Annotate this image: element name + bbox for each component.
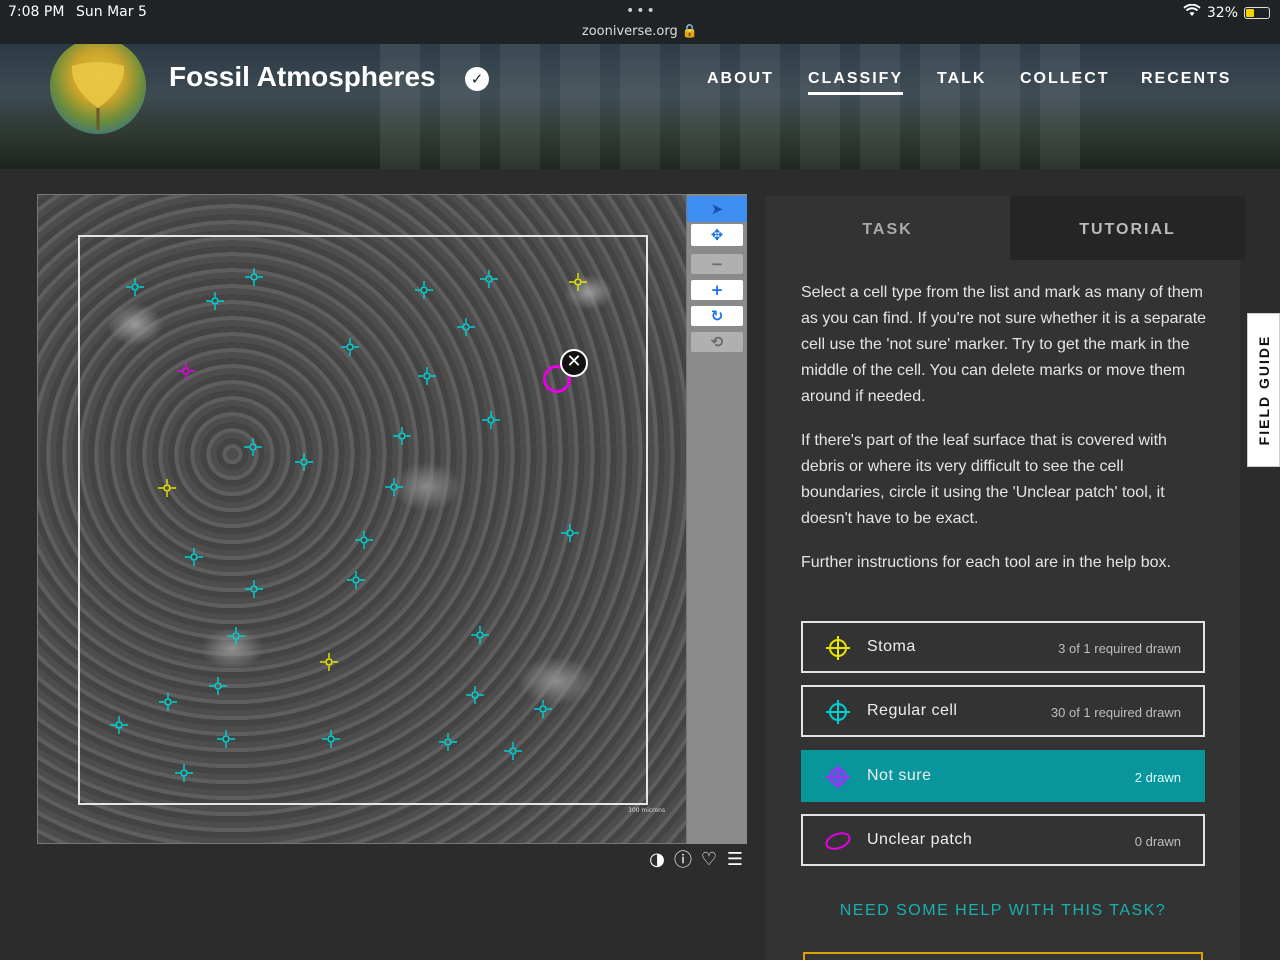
tool-count: 30 of 1 required drawn [1050,705,1181,720]
tool-label: Stoma [867,638,916,655]
status-right: 32% [1183,3,1270,21]
reset-icon[interactable]: ⟲ [691,332,743,352]
more-icon[interactable]: ••• [626,3,657,19]
point-mark[interactable] [470,625,490,645]
task-tabs: TASK TUTORIAL [765,196,1245,260]
tool-unclear-patch[interactable]: Unclear patch 0 drawn [801,814,1205,866]
point-mark[interactable] [340,337,360,357]
image-toolbar: ➤ ✥ − + ↻ ⟲ [687,194,747,844]
point-mark[interactable] [184,547,204,567]
point-mark[interactable] [294,452,314,472]
point-mark[interactable] [414,280,434,300]
help-link[interactable]: NEED SOME HELP WITH THIS TASK? [801,902,1205,920]
point-mark[interactable] [568,272,588,292]
battery-percent: 32% [1206,4,1238,21]
delete-mark-button[interactable]: ✕ [560,349,588,377]
status-bar: 7:08 PM Sun Mar 5 ••• zooniverse.org 🔒 3… [0,0,1280,44]
point-mark[interactable] [216,729,236,749]
status-date: Sun Mar 5 [76,4,147,20]
tool-count: 3 of 1 required drawn [1058,641,1181,656]
tab-task[interactable]: TASK [765,196,1010,260]
zoom-in-icon[interactable]: + [691,280,743,300]
ellipse-icon [825,828,851,854]
point-mark[interactable] [158,692,178,712]
zoom-out-icon[interactable]: − [691,254,743,274]
point-mark[interactable] [392,426,412,446]
task-instructions: Select a cell type from the list and mar… [801,280,1209,594]
crop-frame [78,235,648,805]
point-mark[interactable] [109,715,129,735]
point-mark[interactable] [157,478,177,498]
rotate-icon[interactable]: ↻ [691,306,743,326]
point-mark[interactable] [438,732,458,752]
point-mark[interactable] [205,291,225,311]
tool-regular-cell[interactable]: Regular cell 30 of 1 required drawn [801,685,1205,737]
point-mark[interactable] [346,570,366,590]
nav-about[interactable]: ABOUT [707,70,774,88]
battery-icon [1244,6,1270,19]
nav-classify[interactable]: CLASSIFY [808,70,904,95]
favorite-icon[interactable]: ♡ [700,849,718,870]
tool-label: Unclear patch [867,831,973,848]
instruction-paragraph: If there's part of the leaf surface that… [801,432,1167,527]
point-mark[interactable] [244,267,264,287]
nav-talk[interactable]: TALK [937,70,986,88]
address-bar[interactable]: zooniverse.org 🔒 [0,24,1280,39]
point-mark[interactable] [354,530,374,550]
point-mark[interactable] [176,361,196,381]
metadata-icon[interactable]: ⓘ [674,846,692,872]
pointer-icon[interactable]: ➤ [687,196,747,222]
point-mark[interactable] [208,676,228,696]
wifi-icon [1183,3,1201,21]
tool-label: Regular cell [867,702,958,719]
instruction-paragraph: Select a cell type from the list and mar… [801,284,1207,405]
crosshair-icon [825,699,851,725]
project-nav: ABOUT CLASSIFY TALK COLLECT RECENTS [0,70,1280,100]
tool-stoma[interactable]: Stoma 3 of 1 required drawn [801,621,1205,673]
tool-label: Not sure [867,767,932,784]
status-time: 7:08 PM [8,4,65,20]
project-header: Fossil Atmospheres ✓ ABOUT CLASSIFY TALK… [0,44,1280,169]
point-mark[interactable] [384,477,404,497]
point-mark[interactable] [456,317,476,337]
point-mark[interactable] [319,652,339,672]
point-mark[interactable] [125,277,145,297]
point-mark[interactable] [533,699,553,719]
crosshair-icon [825,764,851,790]
invert-icon[interactable]: ◑ [648,849,666,870]
nav-collect[interactable]: COLLECT [1020,70,1110,88]
point-mark[interactable] [479,269,499,289]
subject-image[interactable]: 300 microns ✕ [37,194,687,844]
point-mark[interactable] [243,437,263,457]
tool-count: 2 drawn [1134,770,1181,785]
tool-count: 0 drawn [1134,834,1181,849]
field-guide-label: FIELD GUIDE [1255,334,1272,446]
viewer-footer: ◑ ⓘ ♡ ☰ [648,846,744,872]
point-mark[interactable] [244,579,264,599]
tool-not-sure[interactable]: Not sure 2 drawn [801,750,1205,802]
point-mark[interactable] [465,685,485,705]
point-mark[interactable] [417,366,437,386]
point-mark[interactable] [226,626,246,646]
point-mark[interactable] [174,763,194,783]
point-mark[interactable] [560,523,580,543]
point-mark[interactable] [503,741,523,761]
field-guide-button[interactable]: FIELD GUIDE [1247,313,1280,467]
collections-icon[interactable]: ☰ [726,849,744,870]
pan-icon[interactable]: ✥ [691,224,743,246]
instruction-paragraph: Further instructions for each tool are i… [801,554,1171,571]
url-text: zooniverse.org [581,24,678,39]
crosshair-icon [825,635,851,661]
tab-tutorial[interactable]: TUTORIAL [1010,196,1245,260]
done-button[interactable] [803,952,1203,960]
nav-recents[interactable]: RECENTS [1141,70,1231,88]
scale-bar-label: 300 microns [628,807,666,814]
task-panel: TASK TUTORIAL Select a cell type from th… [765,196,1245,960]
point-mark[interactable] [321,729,341,749]
point-mark[interactable] [481,410,501,430]
